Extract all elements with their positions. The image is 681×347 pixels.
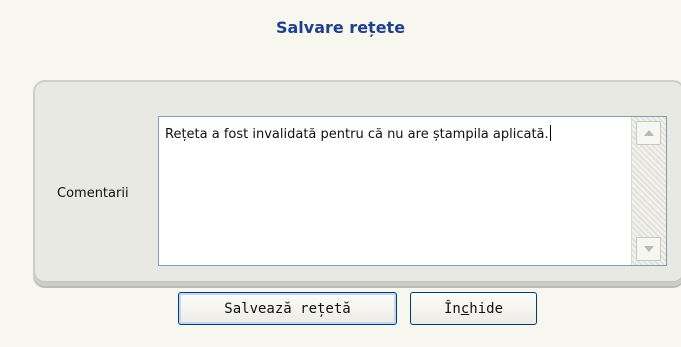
close-label-accesskey: c <box>460 300 470 317</box>
scroll-down-button[interactable] <box>636 237 661 261</box>
scroll-down-arrow-icon <box>644 246 654 252</box>
vertical-scrollbar[interactable] <box>631 117 666 265</box>
close-label-prefix: În <box>443 300 461 317</box>
comment-textarea[interactable]: Rețeta a fost invalidată pentru că nu ar… <box>158 116 667 266</box>
close-label-suffix: hide <box>469 300 503 317</box>
save-prescription-button[interactable]: Salvează rețetă <box>178 292 397 325</box>
scroll-up-button[interactable] <box>636 121 661 145</box>
comment-text[interactable]: Rețeta a fost invalidată pentru că nu ar… <box>165 125 625 145</box>
text-caret <box>549 125 551 141</box>
close-button[interactable]: În c hide <box>410 292 537 325</box>
scroll-up-arrow-icon <box>644 130 654 136</box>
comment-text-value: Rețeta a fost invalidată pentru că nu ar… <box>165 127 549 142</box>
comment-label: Comentarii <box>57 186 129 201</box>
dialog-title: Salvare rețete <box>275 18 406 37</box>
